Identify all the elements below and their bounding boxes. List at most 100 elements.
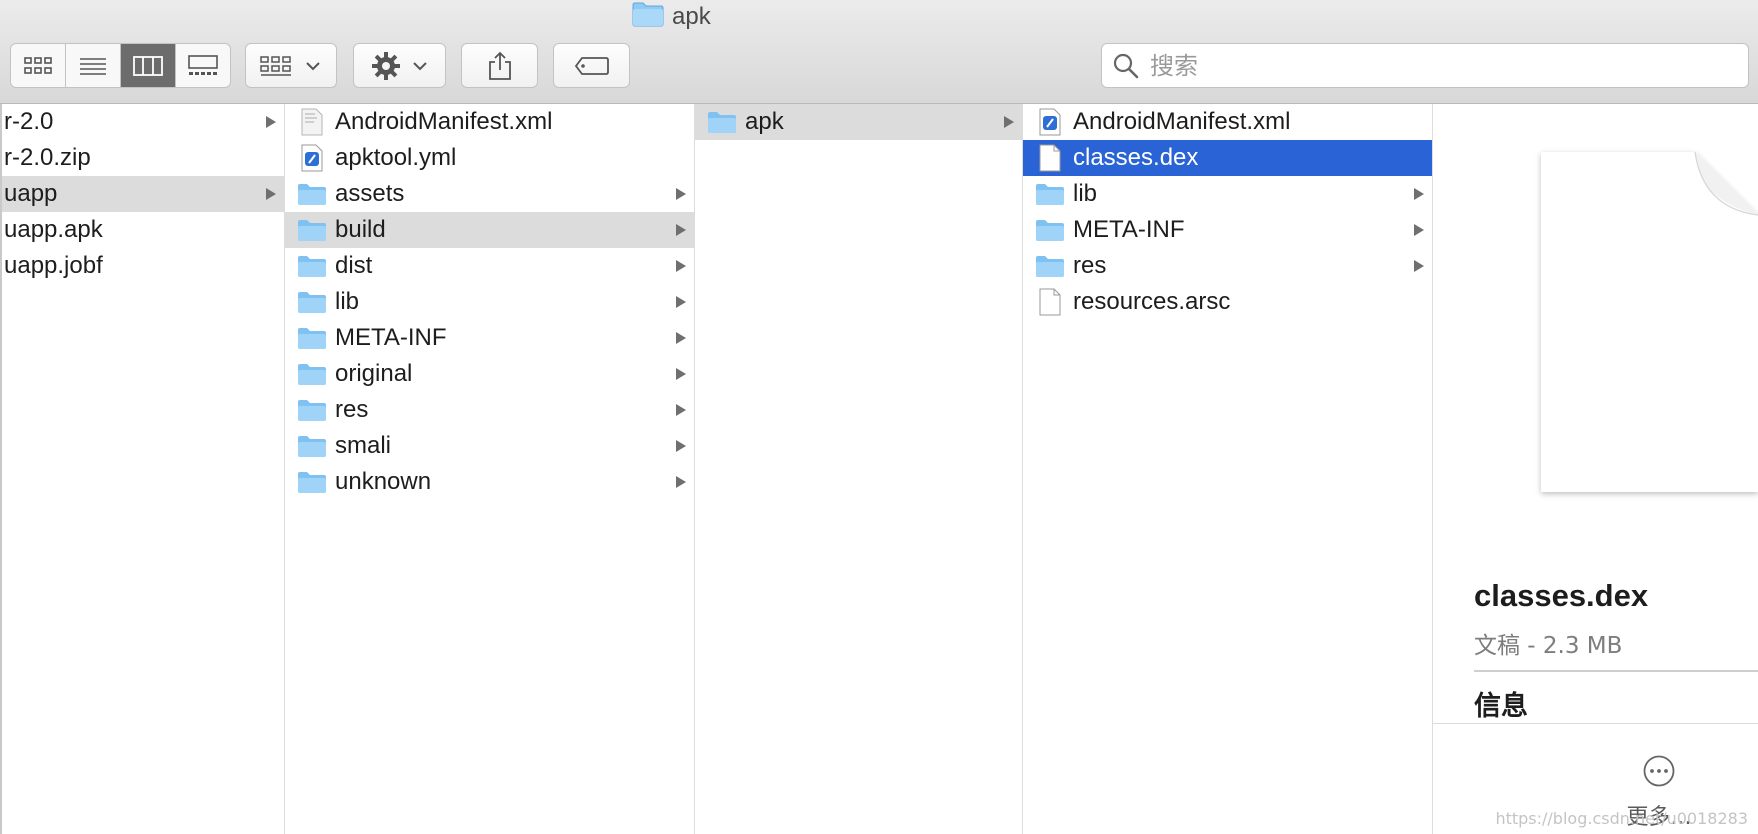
view-mode-switcher [10, 43, 231, 88]
tag-button[interactable] [553, 43, 630, 88]
list-item[interactable]: original [285, 356, 694, 392]
disclosure-arrow-icon [676, 188, 686, 200]
list-item[interactable]: lib [1023, 176, 1432, 212]
item-name: r-2.0.zip [4, 144, 91, 171]
disclosure-arrow-icon [676, 368, 686, 380]
disclosure-arrow-icon [1414, 188, 1424, 200]
disclosure-arrow-icon [676, 296, 686, 308]
item-name: apktool.yml [335, 144, 457, 171]
list-item[interactable]: uapp.apk [2, 212, 284, 248]
list-item[interactable]: assets [285, 176, 694, 212]
list-item[interactable]: uapp [2, 176, 284, 212]
search-field[interactable] [1101, 43, 1749, 88]
chevron-down-icon [412, 61, 427, 70]
list-item[interactable]: r-2.0 [2, 104, 284, 140]
item-name: META-INF [335, 324, 447, 351]
list-item[interactable]: r-2.0.zip [2, 140, 284, 176]
gallery-icon [188, 54, 218, 75]
disclosure-arrow-icon [676, 476, 686, 488]
icon-view-button[interactable] [11, 44, 66, 87]
item-name: lib [1073, 180, 1098, 207]
disclosure-arrow-icon [676, 440, 686, 452]
item-name: original [335, 360, 413, 387]
search-icon [1113, 53, 1139, 78]
preview-pane: classes.dex 文稿 - 2.3 MB 信息 更多... [1433, 104, 1758, 834]
share-icon [488, 51, 511, 80]
disclosure-arrow-icon [1004, 116, 1014, 128]
folder-icon [297, 359, 327, 389]
disclosure-arrow-icon [1414, 224, 1424, 236]
list-item[interactable]: classes.dex [1023, 140, 1432, 176]
preview-kind-size: 文稿 - 2.3 MB [1474, 633, 1623, 659]
group-by-button[interactable] [245, 43, 337, 88]
list-item[interactable]: unknown [285, 464, 694, 500]
item-name: META-INF [1073, 216, 1185, 243]
preview-filename: classes.dex [1474, 578, 1649, 613]
item-name: uapp.apk [4, 216, 103, 243]
list-item[interactable]: META-INF [1023, 212, 1432, 248]
document-icon [1035, 107, 1065, 137]
disclosure-arrow-icon [676, 260, 686, 272]
list-item[interactable]: AndroidManifest.xml [1023, 104, 1432, 140]
item-name: build [335, 216, 386, 243]
list-item[interactable]: META-INF [285, 320, 694, 356]
list-item[interactable]: smali [285, 428, 694, 464]
list-item[interactable]: uapp.jobf [2, 248, 284, 284]
list-item[interactable]: res [1023, 248, 1432, 284]
search-input[interactable] [1148, 50, 1732, 81]
document-icon [297, 107, 327, 137]
folder-icon [297, 287, 327, 317]
column-1[interactable]: r-2.0 r-2.0.zip uapp uapp.apk uapp.jobf [0, 104, 285, 834]
disclosure-arrow-icon [266, 188, 276, 200]
list-item[interactable]: build [285, 212, 694, 248]
item-name: unknown [335, 468, 432, 495]
folder-icon [1035, 215, 1065, 245]
column-2[interactable]: AndroidManifest.xml apktool.yml assets buil… [285, 104, 695, 834]
list-icon [80, 57, 106, 75]
preview-footer-divider [1433, 723, 1758, 724]
folder-icon [297, 467, 327, 497]
folder-icon [632, 1, 664, 34]
folder-icon [297, 323, 327, 353]
list-item[interactable]: dist [285, 248, 694, 284]
watermark: https://blog.csdn.net/u0018283 [1495, 809, 1748, 828]
list-item[interactable]: resources.arsc [1023, 284, 1432, 320]
folder-icon [1035, 179, 1065, 209]
toolbar: apk [0, 0, 1758, 104]
disclosure-arrow-icon [676, 332, 686, 344]
disclosure-arrow-icon [676, 404, 686, 416]
list-view-button[interactable] [66, 44, 121, 87]
folder-icon [297, 395, 327, 425]
window-title: apk [632, 2, 711, 32]
item-name: lib [335, 288, 360, 315]
document-icon [297, 143, 327, 173]
columns-icon [133, 55, 163, 76]
chevron-down-icon [306, 61, 320, 70]
item-name: AndroidManifest.xml [335, 108, 553, 135]
list-item[interactable]: AndroidManifest.xml [285, 104, 694, 140]
item-name: dist [335, 252, 373, 279]
list-item[interactable]: apktool.yml [285, 140, 694, 176]
column-view-button[interactable] [121, 44, 176, 87]
folder-icon [297, 431, 327, 461]
action-button[interactable] [353, 43, 446, 88]
item-name: res [335, 396, 369, 423]
gear-icon [371, 51, 400, 80]
item-name: r-2.0 [4, 108, 54, 135]
item-name: assets [335, 180, 405, 207]
item-name: res [1073, 252, 1107, 279]
document-preview-icon [1541, 151, 1758, 492]
window-title-label: apk [672, 3, 711, 30]
column-4[interactable]: AndroidManifest.xml classes.dex lib META-IN… [1023, 104, 1433, 834]
share-button[interactable] [461, 43, 538, 88]
info-heading: 信息 [1474, 691, 1528, 722]
list-item[interactable]: res [285, 392, 694, 428]
column-3[interactable]: apk [695, 104, 1023, 834]
folder-icon [297, 179, 327, 209]
gallery-view-button[interactable] [176, 44, 230, 87]
disclosure-arrow-icon [1414, 260, 1424, 272]
list-item[interactable]: apk [695, 104, 1022, 140]
disclosure-arrow-icon [266, 116, 276, 128]
list-item[interactable]: lib [285, 284, 694, 320]
tag-icon [574, 56, 609, 75]
